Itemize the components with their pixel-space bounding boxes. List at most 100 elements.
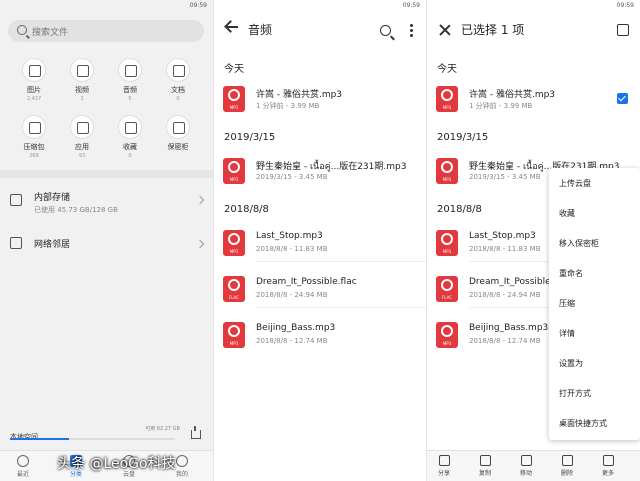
disc-icon	[441, 233, 453, 245]
menu-item[interactable]: 移入保密柜	[559, 238, 599, 249]
search-bar[interactable]: 搜索文件	[8, 20, 204, 42]
file-type-label: FLAC	[441, 295, 453, 300]
disc-icon	[228, 279, 240, 291]
category-icon-circle	[166, 115, 190, 139]
internal-storage-row[interactable]: 内部存储 已使用 45.73 GB/128 GB	[0, 180, 213, 220]
menu-item[interactable]: 上传云盘	[559, 178, 591, 189]
context-menu: 上传云盘收藏移入保密柜重命名压缩详情设置为打开方式桌面快捷方式	[549, 168, 640, 440]
category-icon-circle	[70, 115, 94, 139]
category-count: 0	[176, 96, 180, 102]
category-item[interactable]: 图片 2,437	[12, 58, 56, 102]
action-more[interactable]: 更多	[593, 455, 623, 477]
select-all-icon[interactable]	[617, 24, 629, 36]
file-row[interactable]: MP3 Beijing_Bass.mp3 2018/8/8 - 12.74 MB	[214, 316, 426, 354]
delete-icon	[561, 455, 573, 466]
page-title: 音频	[248, 23, 273, 37]
local-space-available: 可用 82.27 GB	[145, 426, 180, 432]
category-item[interactable]: 保密柜	[156, 115, 200, 153]
category-label: 应用	[75, 143, 89, 151]
more-icon	[602, 455, 614, 466]
category-count: 93	[78, 153, 86, 159]
file-type-label: MP3	[229, 249, 239, 254]
category-icon-circle	[22, 115, 46, 139]
music-file-icon: MP3	[223, 86, 245, 112]
tab-clock[interactable]: 最近	[3, 455, 43, 478]
close-icon[interactable]	[439, 24, 451, 36]
checkbox-checked-icon[interactable]	[617, 93, 628, 104]
file-name: 许嵩 - 雅俗共赏.mp3	[469, 90, 556, 100]
file-type-label: MP3	[442, 341, 452, 346]
network-icon	[10, 237, 22, 249]
file-type-label: MP3	[442, 105, 452, 110]
menu-item[interactable]: 打开方式	[559, 388, 591, 399]
internal-storage-detail: 已使用 45.73 GB/128 GB	[34, 206, 118, 214]
file-meta: 2018/8/8 - 12.74 MB	[256, 337, 328, 345]
file-row[interactable]: MP3 许嵩 - 雅俗共赏.mp3 1 分钟前 - 3.99 MB	[214, 80, 426, 118]
category-item[interactable]: 收藏 0	[108, 115, 152, 159]
music-file-icon: MP3	[223, 230, 245, 256]
category-item[interactable]: 应用 93	[60, 115, 104, 159]
back-arrow-icon[interactable]	[226, 26, 238, 28]
category-label: 收藏	[123, 143, 137, 151]
date-header: 2019/3/15	[437, 132, 489, 143]
music-file-icon: FLAC	[223, 276, 245, 302]
chevron-right-icon	[195, 239, 205, 249]
audio-panel: 09:59 音频 今天 MP3 许嵩 - 雅俗共赏.mp3 1 分钟前 - 3.99 …	[214, 0, 426, 481]
file-name: Dream_It_Possible	[469, 277, 551, 287]
share-icon	[438, 455, 450, 466]
file-type-label: MP3	[442, 249, 452, 254]
disc-icon	[441, 89, 453, 101]
search-placeholder: 搜索文件	[32, 28, 69, 38]
file-name: 许嵩 - 雅俗共赏.mp3	[256, 90, 343, 100]
document-icon	[173, 65, 185, 77]
copy-icon	[479, 455, 491, 466]
network-neighborhood-row[interactable]: 网络邻居	[0, 224, 213, 264]
menu-item[interactable]: 压缩	[559, 298, 575, 309]
search-icon[interactable]	[380, 25, 391, 36]
status-time: 09:59	[402, 2, 420, 9]
divider	[0, 170, 213, 178]
action-delete[interactable]: 删除	[552, 455, 582, 477]
file-meta: 2018/8/8 - 24.94 MB	[469, 291, 541, 299]
action-label: 分享	[437, 470, 450, 477]
status-time: 09:59	[189, 2, 207, 9]
category-item[interactable]: 视频 3	[60, 58, 104, 102]
date-header: 2018/8/8	[437, 204, 482, 215]
status-bar: 09:59	[0, 0, 213, 12]
file-meta: 1 分钟前 - 3.99 MB	[469, 102, 533, 110]
action-move[interactable]: 移动	[511, 455, 541, 477]
disc-icon	[228, 161, 240, 173]
category-item[interactable]: 音频 5	[108, 58, 152, 102]
file-row[interactable]: MP3 Last_Stop.mp3 2018/8/8 - 11.83 MB	[214, 224, 426, 262]
category-label: 保密柜	[167, 143, 189, 151]
category-item[interactable]: 压缩包 268	[12, 115, 56, 159]
date-header: 今天	[224, 64, 244, 75]
more-vert-icon[interactable]	[410, 24, 413, 38]
file-row[interactable]: MP3 野生秦始皇 - เนื้อคู่...版在231期.mp3 2019/3/1…	[214, 152, 426, 190]
clean-icon[interactable]	[189, 426, 201, 439]
action-copy[interactable]: 复制	[470, 455, 500, 477]
disc-icon	[228, 325, 240, 337]
menu-item[interactable]: 桌面快捷方式	[559, 418, 607, 429]
menu-item[interactable]: 设置为	[559, 358, 583, 369]
audio-icon	[125, 65, 137, 77]
category-label: 图片	[27, 86, 41, 94]
category-count: 268	[29, 153, 39, 159]
action-share[interactable]: 分享	[429, 455, 459, 477]
category-icon-circle	[166, 58, 190, 82]
menu-item[interactable]: 重命名	[559, 268, 583, 279]
file-row[interactable]: MP3 许嵩 - 雅俗共赏.mp3 1 分钟前 - 3.99 MB	[427, 80, 639, 118]
music-file-icon: MP3	[436, 86, 458, 112]
action-label: 移动	[519, 470, 532, 477]
menu-item[interactable]: 收藏	[559, 208, 575, 219]
status-time: 09:59	[616, 2, 634, 9]
category-label: 视频	[75, 86, 89, 94]
menu-item[interactable]: 详情	[559, 328, 575, 339]
action-label: 复制	[478, 470, 491, 477]
category-item[interactable]: 文档 0	[156, 58, 200, 102]
file-meta: 2019/3/15 - 3.45 MB	[256, 173, 328, 181]
status-bar: 09:59	[214, 0, 426, 12]
local-space-progress-fill	[10, 438, 70, 440]
file-row[interactable]: FLAC Dream_It_Possible.flac 2018/8/8 - 24.…	[214, 270, 426, 308]
divider	[256, 307, 426, 308]
